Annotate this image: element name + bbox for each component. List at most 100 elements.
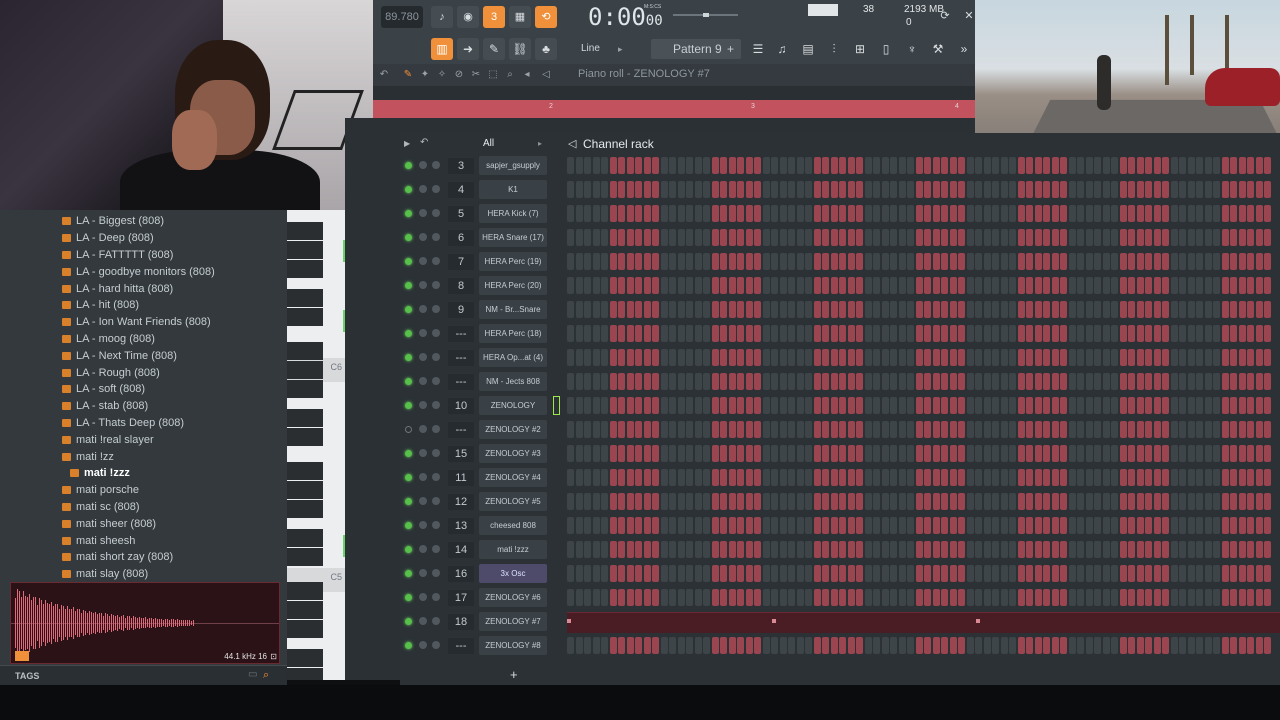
- step-button[interactable]: [830, 325, 838, 342]
- mute-led[interactable]: [405, 354, 412, 361]
- step-button[interactable]: [694, 157, 702, 174]
- step-button[interactable]: [686, 565, 693, 582]
- step-button[interactable]: [1136, 589, 1144, 606]
- step-button[interactable]: [796, 301, 804, 318]
- step-button[interactable]: [796, 157, 804, 174]
- step-button[interactable]: [1077, 229, 1084, 246]
- step-button[interactable]: [813, 277, 821, 294]
- step-button[interactable]: [652, 253, 659, 270]
- step-button[interactable]: [1128, 445, 1135, 462]
- step-button[interactable]: [1051, 301, 1059, 318]
- step-button[interactable]: [1043, 325, 1050, 342]
- step-button[interactable]: [745, 325, 753, 342]
- step-button[interactable]: [762, 469, 770, 486]
- step-button[interactable]: [660, 373, 668, 390]
- step-button[interactable]: [720, 589, 727, 606]
- step-button[interactable]: [1153, 301, 1161, 318]
- browser-item[interactable]: LA - Thats Deep (808): [62, 415, 184, 432]
- step-button[interactable]: [779, 205, 787, 222]
- step-button[interactable]: [941, 205, 948, 222]
- step-button[interactable]: [1170, 325, 1178, 342]
- step-button[interactable]: [1026, 349, 1033, 366]
- step-button[interactable]: [915, 373, 923, 390]
- step-button[interactable]: [618, 493, 625, 510]
- step-button[interactable]: [1179, 517, 1186, 534]
- step-button[interactable]: [1162, 325, 1169, 342]
- step-button[interactable]: [1153, 349, 1161, 366]
- step-button[interactable]: [975, 325, 982, 342]
- step-button[interactable]: [1204, 589, 1212, 606]
- step-button[interactable]: [1017, 421, 1025, 438]
- step-button[interactable]: [609, 229, 617, 246]
- step-button[interactable]: [643, 541, 651, 558]
- step-button[interactable]: [1060, 397, 1067, 414]
- step-button[interactable]: [643, 277, 651, 294]
- step-button[interactable]: [975, 493, 982, 510]
- step-button[interactable]: [873, 325, 880, 342]
- step-button[interactable]: [1187, 253, 1195, 270]
- step-button[interactable]: [958, 253, 965, 270]
- step-button[interactable]: [618, 229, 625, 246]
- step-button[interactable]: [796, 445, 804, 462]
- step-button[interactable]: [1094, 541, 1101, 558]
- step-button[interactable]: [601, 637, 608, 654]
- step-button[interactable]: [779, 157, 787, 174]
- step-button[interactable]: [1043, 445, 1050, 462]
- step-button[interactable]: [898, 277, 906, 294]
- step-button[interactable]: [1000, 589, 1008, 606]
- step-button[interactable]: [1102, 589, 1110, 606]
- step-button[interactable]: [720, 637, 727, 654]
- step-button[interactable]: [1230, 229, 1237, 246]
- step-button[interactable]: [915, 253, 923, 270]
- step-button[interactable]: [1213, 373, 1220, 390]
- mixer-track-number[interactable]: ---: [448, 350, 474, 366]
- step-button[interactable]: [660, 493, 668, 510]
- step-button[interactable]: [949, 349, 957, 366]
- pan-knob[interactable]: [419, 425, 427, 433]
- step-button[interactable]: [575, 373, 583, 390]
- step-button[interactable]: [1230, 493, 1237, 510]
- step-button[interactable]: [1162, 181, 1169, 198]
- step-button[interactable]: [1060, 565, 1067, 582]
- step-button[interactable]: [830, 181, 838, 198]
- step-button[interactable]: [898, 373, 906, 390]
- step-button[interactable]: [788, 325, 795, 342]
- step-button[interactable]: [873, 469, 880, 486]
- step-button[interactable]: [643, 445, 651, 462]
- mixer-track-number[interactable]: ---: [448, 422, 474, 438]
- step-button[interactable]: [720, 373, 727, 390]
- step-button[interactable]: [694, 229, 702, 246]
- step-button[interactable]: [728, 541, 736, 558]
- step-button[interactable]: [567, 229, 574, 246]
- step-button[interactable]: [983, 253, 991, 270]
- step-button[interactable]: [1128, 253, 1135, 270]
- step-button[interactable]: [1230, 325, 1237, 342]
- step-button[interactable]: [618, 157, 625, 174]
- step-button[interactable]: [1043, 637, 1050, 654]
- step-button[interactable]: [915, 445, 923, 462]
- link-icon[interactable]: ⛓: [509, 38, 531, 60]
- step-button[interactable]: [720, 253, 727, 270]
- step-button[interactable]: [609, 589, 617, 606]
- mute-led[interactable]: [405, 618, 412, 625]
- step-button[interactable]: [652, 445, 659, 462]
- step-button[interactable]: [584, 637, 591, 654]
- pan-knob[interactable]: [419, 401, 427, 409]
- step-button[interactable]: [1077, 181, 1084, 198]
- step-button[interactable]: [1153, 565, 1161, 582]
- step-button[interactable]: [949, 493, 957, 510]
- mute-led[interactable]: [405, 330, 412, 337]
- step-button[interactable]: [890, 493, 897, 510]
- step-button[interactable]: [1170, 541, 1178, 558]
- step-button[interactable]: [1196, 349, 1203, 366]
- step-button[interactable]: [754, 205, 761, 222]
- step-button[interactable]: [1213, 181, 1220, 198]
- step-button[interactable]: [873, 541, 880, 558]
- step-button[interactable]: [1213, 349, 1220, 366]
- step-button[interactable]: [584, 397, 591, 414]
- speaker-icon[interactable]: ◁: [539, 68, 553, 82]
- step-button[interactable]: [686, 397, 693, 414]
- step-button[interactable]: [1196, 565, 1203, 582]
- step-button[interactable]: [686, 181, 693, 198]
- step-button[interactable]: [1060, 349, 1067, 366]
